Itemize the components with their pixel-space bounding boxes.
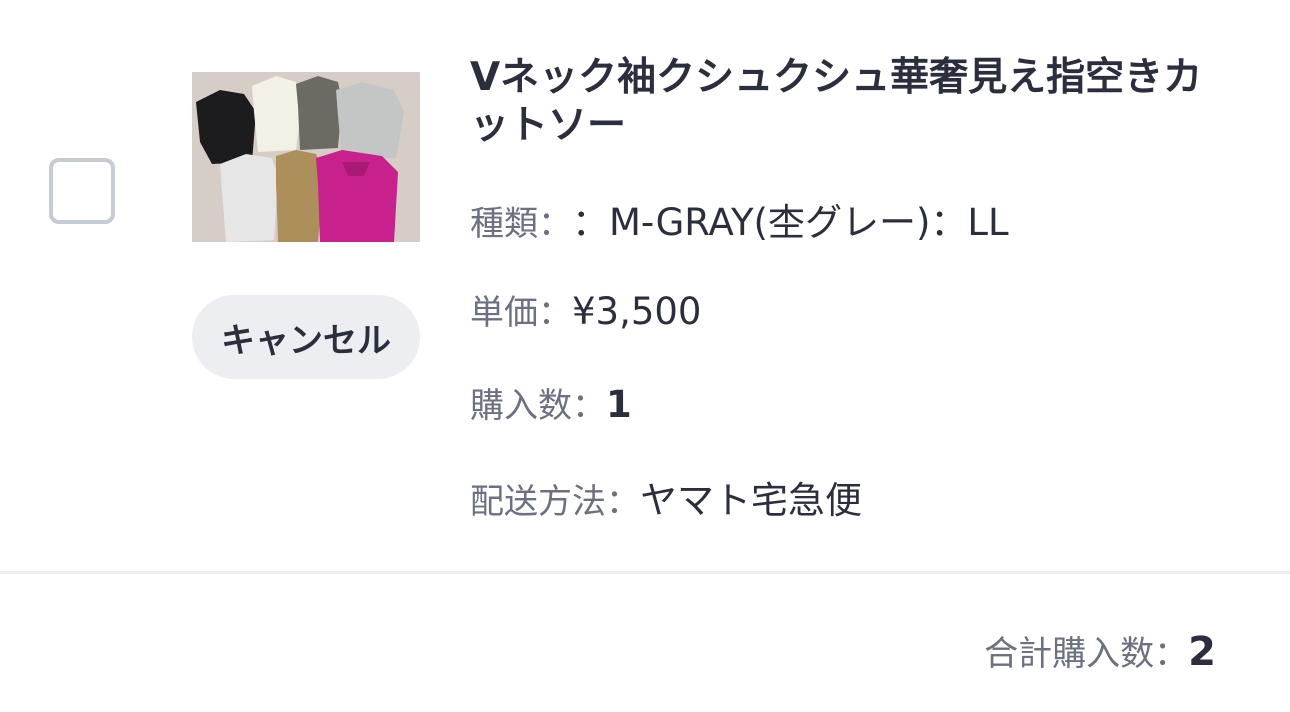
total-quantity-row: 合計購入数： 2	[984, 626, 1216, 675]
quantity-label: 購入数：	[470, 386, 606, 426]
shipping-method-value: ヤマト宅急便	[640, 479, 862, 522]
total-quantity-value: 2	[1188, 629, 1216, 675]
variant-label: 種類：	[470, 204, 572, 244]
variant-row: 種類： ：M-GRAY(杢グレー)：LL	[470, 192, 1009, 246]
divider	[0, 571, 1290, 574]
cancel-button[interactable]: キャンセル	[192, 295, 420, 379]
unit-price-value: ¥3,500	[572, 290, 702, 333]
product-title[interactable]: Vネック袖クシュクシュ華奢見え指空きカットソー	[470, 54, 1240, 150]
product-photo-image	[192, 72, 420, 242]
shipping-method-row: 配送方法： ヤマト宅急便	[470, 470, 862, 524]
quantity-row: 購入数： 1	[470, 378, 632, 427]
cart-item-page: キャンセル Vネック袖クシュクシュ華奢見え指空きカットソー 種類： ：M-GRA…	[0, 0, 1290, 712]
product-thumbnail[interactable]	[192, 72, 420, 242]
quantity-value: 1	[606, 383, 632, 426]
select-item-checkbox[interactable]	[49, 158, 115, 224]
variant-value: ：M-GRAY(杢グレー)：LL	[572, 201, 1009, 244]
unit-price-label: 単価：	[470, 293, 572, 333]
total-quantity-label: 合計購入数：	[984, 634, 1189, 674]
shipping-method-label: 配送方法：	[470, 482, 640, 522]
unit-price-row: 単価： ¥3,500	[470, 285, 701, 334]
